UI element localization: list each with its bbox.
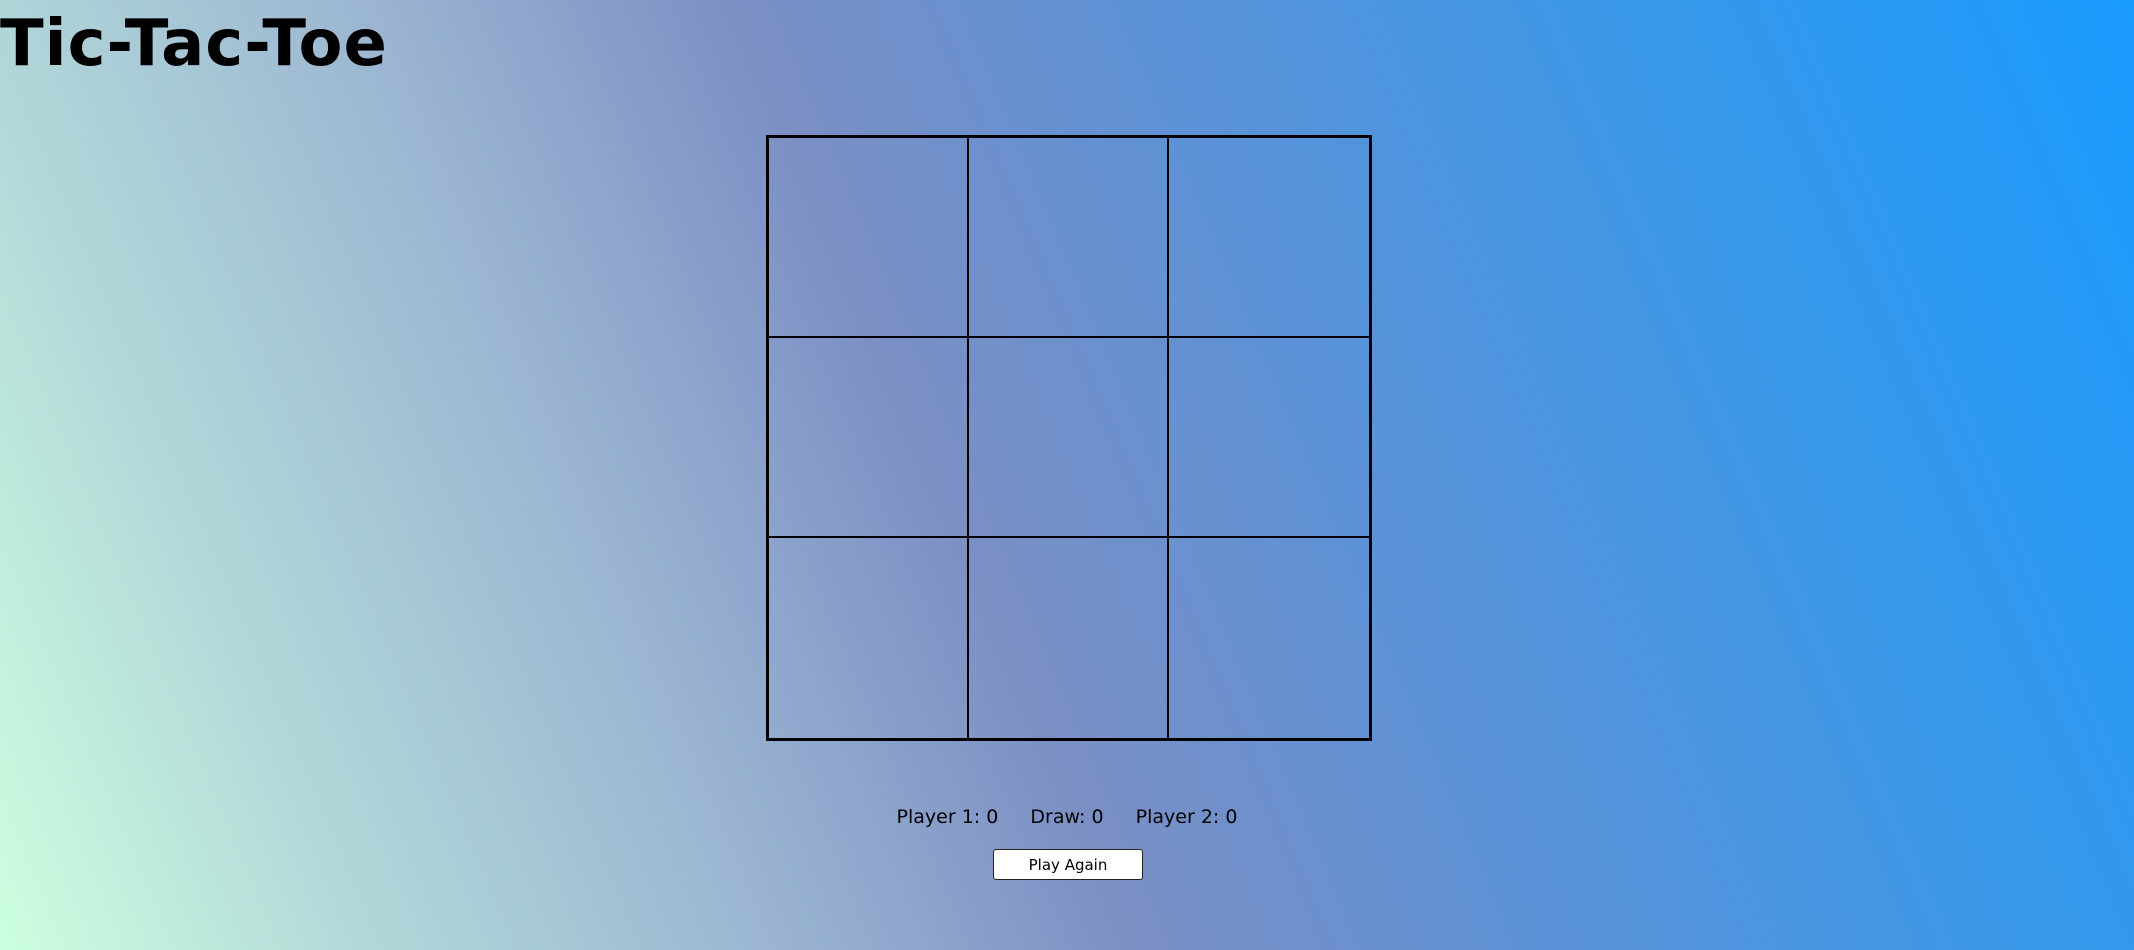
- board-cell-1[interactable]: [769, 138, 969, 338]
- board-cell-8[interactable]: [969, 538, 1169, 738]
- game-board: [766, 135, 1372, 741]
- board-cell-7[interactable]: [769, 538, 969, 738]
- draw-score-label: Draw:: [1030, 806, 1086, 828]
- player2-score-label: Player 2:: [1135, 806, 1220, 828]
- board-cell-4[interactable]: [769, 338, 969, 538]
- draw-score-value: 0: [1091, 806, 1104, 828]
- board-cell-9[interactable]: [1169, 538, 1369, 738]
- player1-score-value: 0: [986, 806, 999, 828]
- page-title: Tic-Tac-Toe: [0, 7, 388, 81]
- scoreboard: Player 1: 0 Draw: 0 Player 2: 0: [0, 806, 2134, 828]
- board-cell-2[interactable]: [969, 138, 1169, 338]
- play-again-button[interactable]: Play Again: [993, 849, 1143, 880]
- board-cell-3[interactable]: [1169, 138, 1369, 338]
- player1-score-label: Player 1:: [896, 806, 981, 828]
- board-cell-5[interactable]: [969, 338, 1169, 538]
- player2-score-value: 0: [1225, 806, 1238, 828]
- board-cell-6[interactable]: [1169, 338, 1369, 538]
